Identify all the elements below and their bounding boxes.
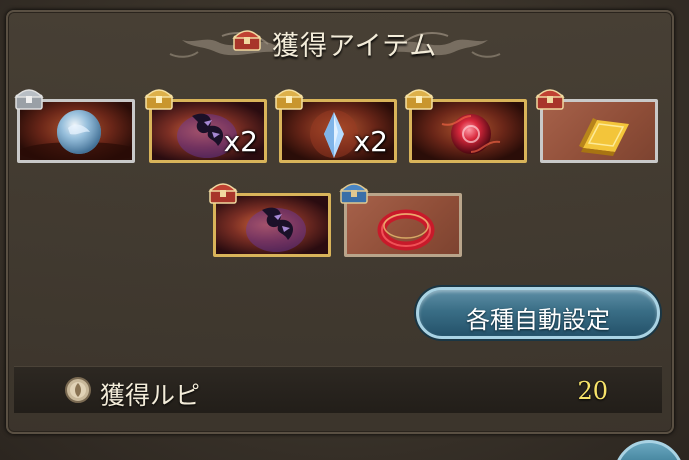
auto-settings-button[interactable]: 各種自動設定 [416,287,660,339]
rupie-value: 20 [577,377,608,405]
item-quantity: x2 [223,125,258,158]
result-screen: 獲得アイテム x2 x2 各種自動設定 獲得ルピ 20 [0,0,689,460]
rupie-label: 獲得ルピ [100,381,201,410]
next-button[interactable] [614,440,684,460]
auto-settings-label: 各種自動設定 [466,306,610,334]
red-orb-icon [441,114,501,154]
item-quantity: x2 [353,125,388,158]
gold-chest-icon [144,89,174,110]
blue-chest-icon [339,183,369,204]
treasure-chest-icon [232,30,262,51]
blue-orb-icon [20,110,132,160]
gold-chest-icon [274,89,304,110]
red-chest-icon [208,183,238,204]
gold-brick-icon [579,118,629,156]
dark-claw-icon [246,207,306,252]
red-chest-icon [535,89,565,110]
red-ring-icon [377,209,435,251]
gold-chest-icon [404,89,434,110]
rupie-coin-icon [65,377,91,403]
page-title: 獲得アイテム [272,31,438,62]
rupie-bar: 獲得ルピ 20 [14,366,662,413]
silver-chest-icon [14,89,44,110]
